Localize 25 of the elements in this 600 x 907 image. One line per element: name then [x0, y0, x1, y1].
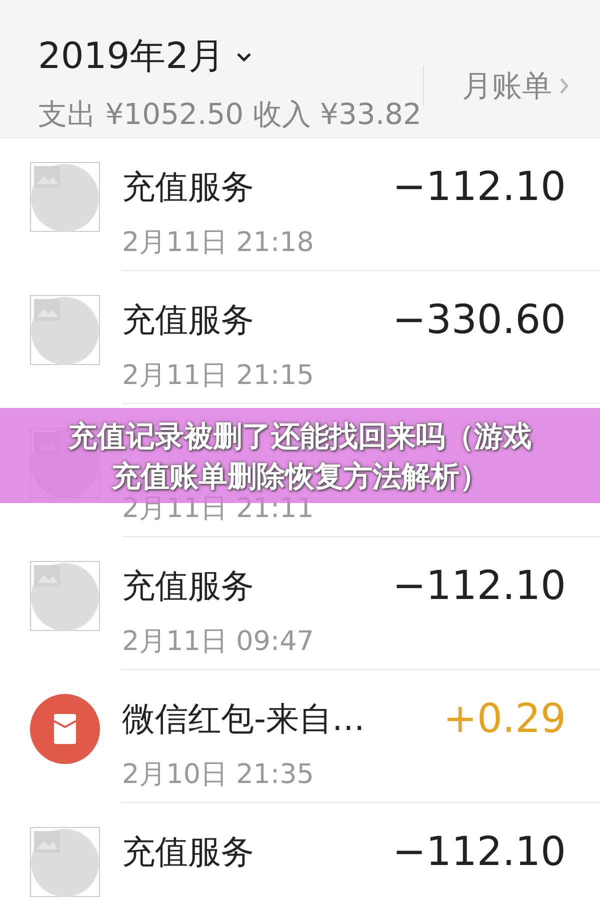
image-placeholder-icon: [30, 561, 100, 631]
transaction-time: 2月11日 21:15: [122, 359, 315, 393]
month-selector[interactable]: 2019年2月: [38, 32, 225, 81]
transaction-time: 2月11日 21:18: [122, 226, 315, 260]
transaction-time: 2月11日 09:47: [122, 625, 315, 659]
summary-text: 支出 ¥1052.50 收入 ¥33.82: [38, 96, 422, 133]
amount-text: −330.60: [392, 297, 566, 343]
amount-text: +0.29: [443, 696, 566, 742]
image-placeholder-icon: [30, 827, 100, 897]
transaction-time: 2月10日 21:35: [122, 758, 315, 792]
transaction-title: 充值服务: [122, 298, 254, 340]
envelope-icon: [30, 694, 100, 764]
image-placeholder-icon: [30, 162, 100, 232]
transaction-title: 微信红包-来自…: [122, 698, 365, 740]
transaction-title: 充值服务: [122, 166, 254, 208]
transaction-time: 2月11日 21:11: [122, 492, 315, 526]
amount-text: −112.10: [392, 829, 566, 875]
transaction-title: 充值服务: [122, 564, 254, 606]
amount-text: −112.10: [392, 563, 566, 609]
banner-title: 充值记录被删了还能找回来吗（游戏: [68, 418, 532, 454]
image-placeholder-icon: [30, 295, 100, 365]
amount-text: −112.10: [392, 164, 566, 210]
banner-title: 充值账单删除恢复方法解析）: [112, 458, 488, 494]
transaction-title: 充值服务: [122, 830, 254, 872]
chevron-down-icon[interactable]: [234, 50, 253, 62]
